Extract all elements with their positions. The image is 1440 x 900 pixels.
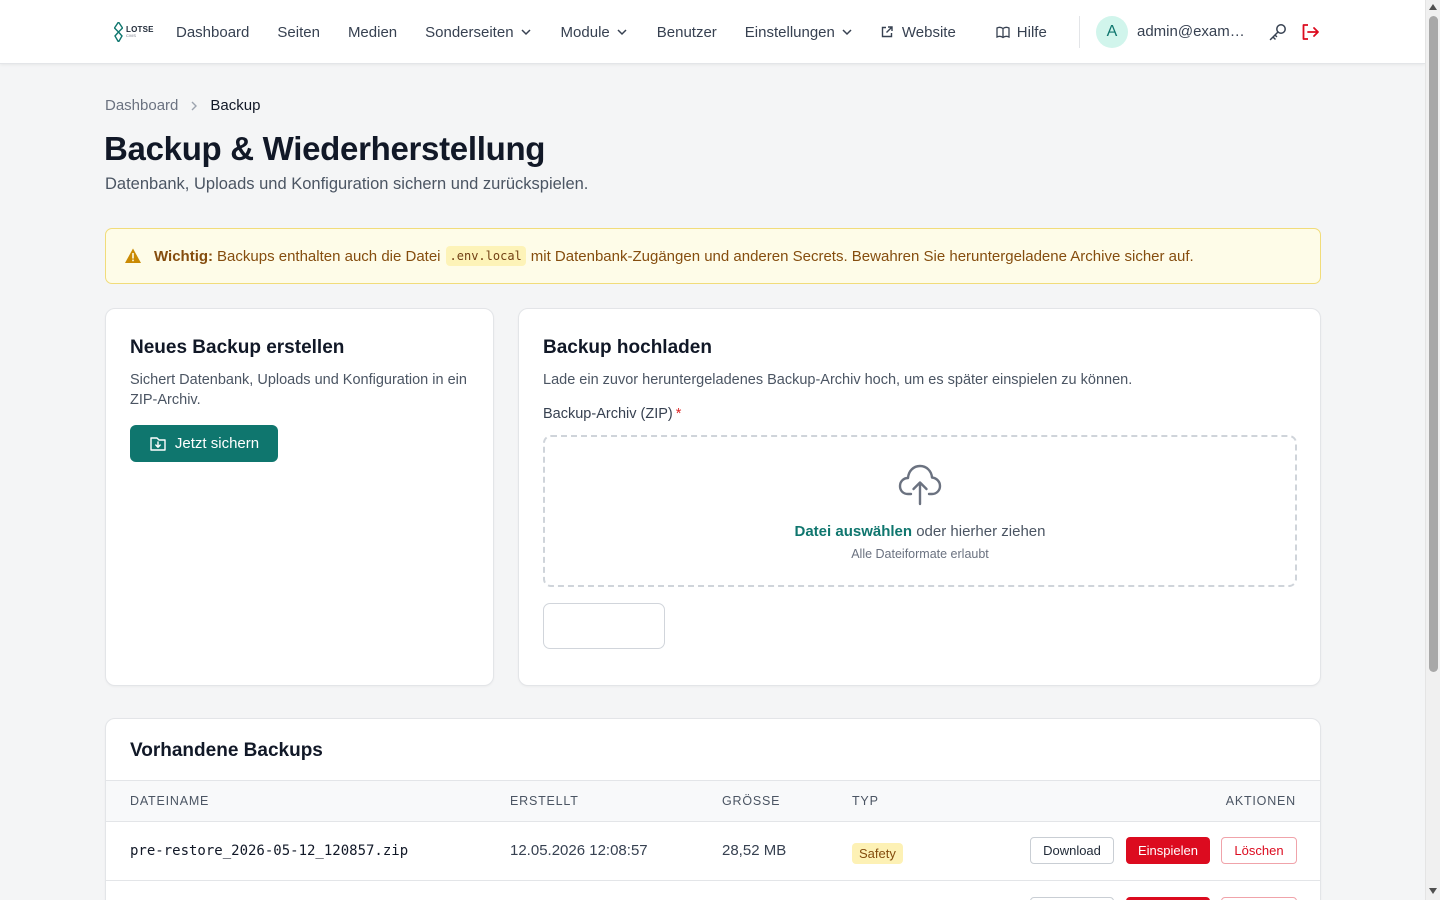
- backup-created: 12.05.2026 12:08:57: [510, 842, 648, 859]
- dropzone-hint: Alle Dateiformate erlaubt: [851, 547, 989, 561]
- card-title: Vorhandene Backups: [130, 740, 323, 761]
- key-icon[interactable]: [1268, 22, 1288, 42]
- nav-item-medien[interactable]: Medien: [348, 24, 397, 41]
- breadcrumb: Dashboard Backup: [105, 97, 260, 114]
- nav-item-label: Benutzer: [656, 23, 717, 41]
- column-header-created: ERSTELLT: [510, 794, 579, 808]
- warning-icon: [125, 248, 141, 263]
- archive-download-icon: [150, 436, 166, 451]
- nav-item-benutzer[interactable]: Benutzer: [657, 24, 717, 41]
- backups-table-card: Vorhandene Backups DATEINAME ERSTELLT GR…: [105, 718, 1321, 900]
- nav-item-label: Einstellungen: [744, 23, 835, 41]
- choose-file-link[interactable]: Datei auswählen: [795, 523, 913, 540]
- nav-item-sonderseiten[interactable]: Sonderseiten: [425, 24, 532, 41]
- upload-submit-button[interactable]: [543, 603, 665, 649]
- create-backup-label: Jetzt sichern: [174, 435, 260, 452]
- create-backup-button[interactable]: Jetzt sichern: [130, 425, 278, 462]
- delete-button[interactable]: Löschen: [1221, 837, 1297, 864]
- nav-item-label: Sonderseiten: [425, 23, 514, 41]
- card-description: Sichert Datenbank, Uploads und Konfigura…: [130, 372, 467, 408]
- download-button[interactable]: Download: [1030, 837, 1114, 864]
- nav-item-label: Seiten: [277, 23, 320, 41]
- nav-item-seiten[interactable]: Seiten: [277, 24, 320, 41]
- chevron-right-icon: [191, 101, 198, 110]
- nav-item-label: Module: [560, 23, 610, 41]
- column-header-actions: AKTIONEN: [1225, 794, 1296, 808]
- column-header-filename: DATEINAME: [130, 794, 210, 808]
- scroll-down-arrow-icon[interactable]: [1429, 888, 1437, 894]
- warning-code: .env.local: [445, 246, 526, 266]
- user-email[interactable]: admin@exampl...: [1137, 23, 1253, 40]
- external-link-icon: [881, 26, 893, 38]
- card-title: Backup hochladen: [543, 337, 712, 358]
- logo-subtitle: CMS: [126, 33, 137, 38]
- drop-text: oder hierher ziehen: [916, 523, 1046, 540]
- field-label-text: Backup-Archiv (ZIP): [543, 406, 673, 422]
- nav-item-label: Dashboard: [176, 23, 250, 41]
- nav-item-label: Website: [901, 23, 956, 41]
- nav-divider: [1079, 16, 1080, 48]
- restore-button[interactable]: Einspielen: [1126, 837, 1210, 864]
- card-description: Lade ein zuvor heruntergeladenes Backup-…: [543, 372, 1133, 388]
- page-title: Backup & Wiederherstellung: [104, 130, 546, 167]
- backup-filename: pre-restore_2026-05-12_120857.zip: [130, 843, 409, 859]
- backup-archive-label: Backup-Archiv (ZIP) *: [543, 406, 681, 422]
- avatar[interactable]: A: [1096, 16, 1128, 48]
- cloud-upload-icon: [898, 464, 942, 506]
- scroll-up-arrow-icon[interactable]: [1429, 4, 1437, 10]
- nav-item-module[interactable]: Module: [561, 24, 629, 41]
- table-row: pre-restore_2026-05-12_120857.zip 12.05.…: [106, 822, 1320, 881]
- column-header-size: GRÖSSE: [722, 794, 781, 808]
- warning-strong: Wichtig:: [154, 247, 214, 265]
- upload-backup-card: Backup hochladen Lade ein zuvor herunter…: [518, 308, 1321, 686]
- backup-type-badge: Safety: [852, 843, 903, 864]
- scrollbar-thumb[interactable]: [1429, 16, 1438, 672]
- nav-item-dashboard[interactable]: Dashboard: [176, 24, 249, 41]
- breadcrumb-home[interactable]: Dashboard: [105, 97, 178, 114]
- chevron-down-icon: [521, 29, 531, 36]
- required-marker: *: [675, 406, 682, 422]
- warning-text-after: mit Datenbank-Zugängen und anderen Secre…: [530, 247, 1194, 265]
- nav-item-website[interactable]: Website: [880, 24, 956, 41]
- breadcrumb-current: Backup: [210, 97, 261, 114]
- card-title: Neues Backup erstellen: [130, 337, 345, 358]
- logo-wordmark: LOTSE CMS: [126, 26, 154, 38]
- top-navigation-bar: LOTSE CMS Dashboard Seiten Medien Sonder…: [0, 0, 1425, 64]
- page-scrollbar[interactable]: [1425, 0, 1440, 900]
- main-nav: Dashboard Seiten Medien Sonderseiten Mod…: [176, 0, 1047, 64]
- logout-icon[interactable]: [1300, 22, 1320, 42]
- backup-size: 28,52 MB: [722, 842, 787, 859]
- table-row: [106, 882, 1320, 900]
- chevron-down-icon: [617, 29, 627, 36]
- create-backup-card: Neues Backup erstellen Sichert Datenbank…: [105, 308, 494, 686]
- dropzone-text: Datei auswählen oder hierher ziehen: [545, 523, 1295, 540]
- book-icon: [996, 26, 1010, 39]
- chevron-down-icon: [842, 29, 852, 36]
- file-dropzone[interactable]: Datei auswählen oder hierher ziehen Alle…: [543, 435, 1297, 587]
- brand-logo[interactable]: LOTSE CMS: [114, 20, 156, 44]
- nav-item-label: Hilfe: [1016, 23, 1047, 41]
- nav-item-einstellungen[interactable]: Einstellungen: [745, 24, 854, 41]
- warning-alert: Wichtig: Backups enthalten auch die Date…: [105, 228, 1321, 284]
- nav-item-label: Medien: [347, 23, 398, 41]
- table-header: DATEINAME ERSTELLT GRÖSSE TYP AKTIONEN: [106, 780, 1320, 822]
- logo-leaf-icon: [114, 22, 123, 42]
- nav-item-hilfe[interactable]: Hilfe: [996, 24, 1047, 41]
- column-header-type: TYP: [852, 794, 879, 808]
- warning-text-before: Backups enthalten auch die Datei: [217, 247, 441, 265]
- page-subtitle: Datenbank, Uploads und Konfiguration sic…: [105, 175, 589, 193]
